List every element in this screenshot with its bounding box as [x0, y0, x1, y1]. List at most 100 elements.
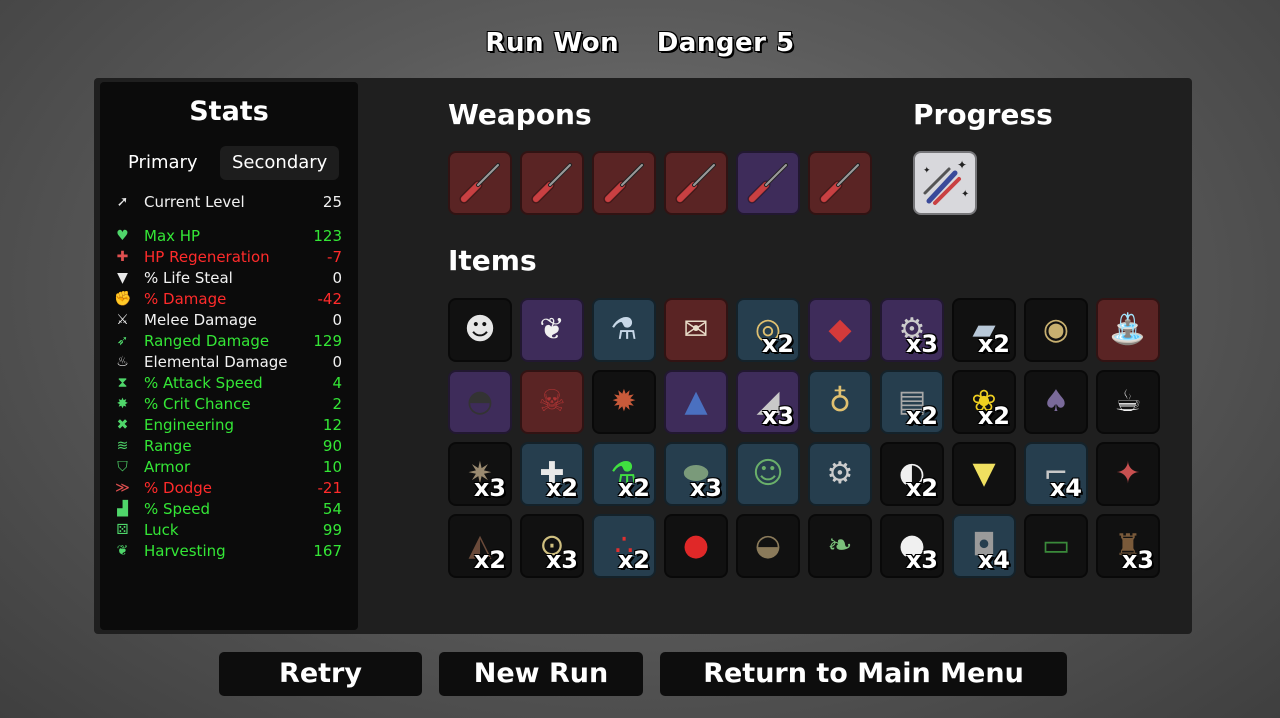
- item-quantity: x3: [905, 546, 938, 574]
- weapon-slot[interactable]: [808, 151, 872, 215]
- item-slot[interactable]: ▲: [664, 370, 728, 434]
- flame-icon: ♨: [116, 354, 129, 370]
- item-slot[interactable]: ▼: [952, 442, 1016, 506]
- item-slot[interactable]: ⚗ x2: [592, 442, 656, 506]
- item-quantity: x3: [1121, 546, 1154, 574]
- stat-value: 25: [322, 193, 342, 211]
- item-slot[interactable]: ☠: [520, 370, 584, 434]
- item-slot[interactable]: ❀ x2: [952, 370, 1016, 434]
- stat-row: ✊ % Damage -42: [110, 289, 342, 310]
- herb-sack-icon: ❧: [827, 528, 853, 563]
- item-slot[interactable]: ◆: [808, 298, 872, 362]
- item-slot[interactable]: ◒: [736, 514, 800, 578]
- stat-row: ≋ Range 90: [110, 436, 342, 457]
- weapon-slot[interactable]: [592, 151, 656, 215]
- item-quantity: x4: [1049, 474, 1082, 502]
- item-slot[interactable]: ⚗: [592, 298, 656, 362]
- stat-row: ✚ HP Regeneration -7: [110, 247, 342, 268]
- item-slot[interactable]: ◎ x2: [736, 298, 800, 362]
- weapon-slot[interactable]: [448, 151, 512, 215]
- item-slot[interactable]: ✦: [1096, 442, 1160, 506]
- item-slot[interactable]: ◢ x3: [736, 370, 800, 434]
- item-slot[interactable]: ●: [664, 514, 728, 578]
- bandana-icon: ◆: [828, 312, 852, 347]
- tools-sparkle-icon: ✦ ✦ ✦: [915, 153, 975, 213]
- item-quantity: x2: [905, 402, 938, 430]
- item-slot[interactable]: ● x3: [880, 514, 944, 578]
- jolly-roger-icon: ☠: [538, 384, 566, 419]
- stat-name: Ranged Damage: [144, 332, 270, 350]
- item-slot[interactable]: ◉: [1024, 298, 1088, 362]
- stat-value: 167: [313, 542, 342, 560]
- item-slot[interactable]: ☕: [1096, 370, 1160, 434]
- item-slot[interactable]: ⚙: [808, 442, 872, 506]
- item-slot[interactable]: ∴ x2: [592, 514, 656, 578]
- stats-title: Stats: [189, 96, 269, 127]
- item-slot[interactable]: ◭ x2: [448, 514, 512, 578]
- stat-value: 90: [322, 437, 342, 455]
- stat-row: ▟ % Speed 54: [110, 499, 342, 520]
- weapon-slot[interactable]: [520, 151, 584, 215]
- item-quantity: x4: [977, 546, 1010, 574]
- item-slot[interactable]: ✉: [664, 298, 728, 362]
- stat-row: ♨ Elemental Damage 0: [110, 352, 342, 373]
- stat-row: ≫ % Dodge -21: [110, 478, 342, 499]
- bowler-hat-icon: ◓: [466, 384, 494, 419]
- stat-name: % Speed: [144, 500, 211, 518]
- item-quantity: x2: [617, 474, 650, 502]
- item-slot[interactable]: ⬬ x3: [664, 442, 728, 506]
- wrench-icon: ✖: [116, 417, 129, 433]
- stat-value: 129: [313, 332, 342, 350]
- helmet-icon: ◉: [1042, 312, 1070, 347]
- item-slot[interactable]: ▰ x2: [952, 298, 1016, 362]
- new-run-button[interactable]: New Run: [439, 652, 643, 696]
- weapon-slot[interactable]: [664, 151, 728, 215]
- weapons-title: Weapons: [448, 98, 592, 131]
- bearded-mask-icon: ☻: [464, 312, 496, 347]
- item-slot[interactable]: ♁: [808, 370, 872, 434]
- stat-name: HP Regeneration: [144, 248, 270, 266]
- banknote-icon: ▭: [1041, 528, 1071, 563]
- screwdriver-icon: [450, 153, 510, 213]
- stat-name: % Life Steal: [144, 269, 233, 287]
- item-slot[interactable]: ☻: [448, 298, 512, 362]
- item-slot[interactable]: ◓: [448, 370, 512, 434]
- item-slot[interactable]: ▤ x2: [880, 370, 944, 434]
- item-slot[interactable]: ⊙ x3: [520, 514, 584, 578]
- heart-icon: ♥: [116, 228, 129, 244]
- progress-slot[interactable]: ✦ ✦ ✦: [913, 151, 977, 215]
- item-slot[interactable]: ⌐ x4: [1024, 442, 1088, 506]
- stat-value: 0: [332, 311, 342, 329]
- item-slot[interactable]: ❦: [520, 298, 584, 362]
- item-slot[interactable]: ✷ x3: [448, 442, 512, 506]
- shield-icon: ⛉: [117, 459, 128, 475]
- item-slot[interactable]: ♠: [1024, 370, 1088, 434]
- main-menu-button[interactable]: Return to Main Menu: [660, 652, 1067, 696]
- item-slot[interactable]: ❧: [808, 514, 872, 578]
- frog-icon: ☺: [752, 456, 784, 491]
- stat-row: ♥ Max HP 123: [110, 226, 342, 247]
- retry-button[interactable]: Retry: [219, 652, 422, 696]
- stat-value: 54: [322, 500, 342, 518]
- gear-icon: ⚙: [826, 456, 854, 491]
- item-quantity: x2: [977, 402, 1010, 430]
- stat-name: Luck: [144, 521, 179, 539]
- item-slot[interactable]: ♜ x3: [1096, 514, 1160, 578]
- tab-secondary[interactable]: Secondary: [220, 146, 340, 180]
- weapon-slot[interactable]: [736, 151, 800, 215]
- item-quantity: x3: [761, 402, 794, 430]
- item-slot[interactable]: ✹: [592, 370, 656, 434]
- item-slot[interactable]: ◘ x4: [952, 514, 1016, 578]
- item-slot[interactable]: ▭: [1024, 514, 1088, 578]
- level-up-icon: ➚: [116, 194, 129, 210]
- item-slot[interactable]: ⛲: [1096, 298, 1160, 362]
- item-slot[interactable]: ✚ x2: [520, 442, 584, 506]
- item-slot[interactable]: ◐ x2: [880, 442, 944, 506]
- item-slot[interactable]: ☺: [736, 442, 800, 506]
- dynamite-icon: ✹: [611, 384, 637, 419]
- tab-primary[interactable]: Primary: [116, 146, 210, 180]
- screwdriver-icon: [594, 153, 654, 213]
- stat-row: ⛉ Armor 10: [110, 457, 342, 478]
- stat-name: % Dodge: [144, 479, 213, 497]
- item-slot[interactable]: ⚙ x3: [880, 298, 944, 362]
